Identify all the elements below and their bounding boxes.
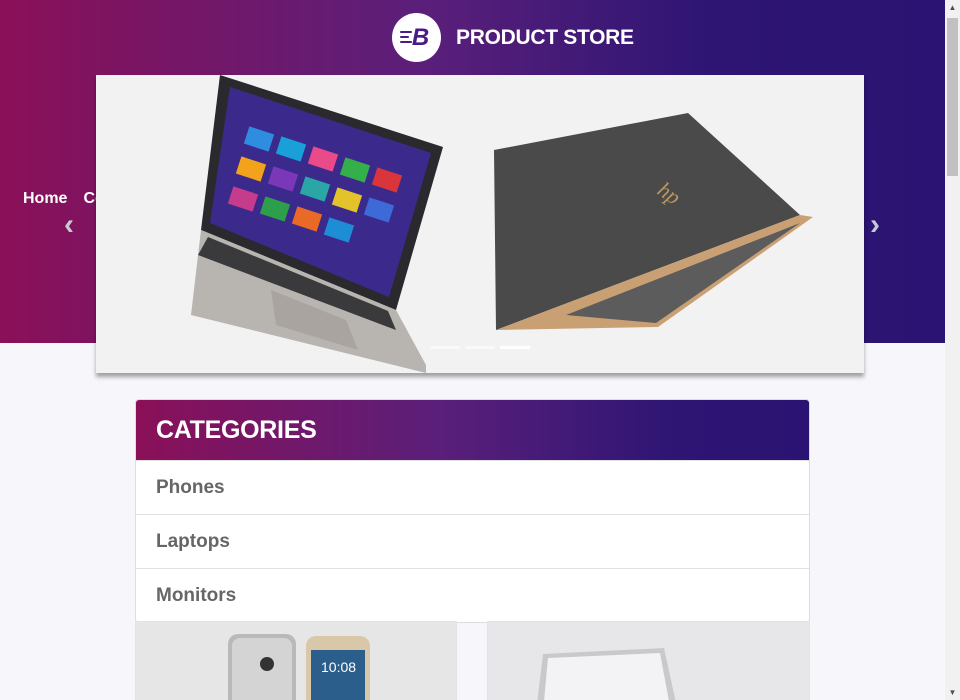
brand-logo-icon: B [392, 13, 441, 62]
brand[interactable]: B PRODUCT STORE [392, 13, 634, 62]
scrollbar-thumb[interactable] [947, 18, 958, 176]
product-card[interactable] [487, 621, 810, 700]
product-card[interactable]: 10:08 [135, 621, 457, 700]
carousel-indicator-active[interactable] [500, 346, 530, 349]
carousel-next-icon[interactable]: › [870, 208, 880, 242]
page-scrollbar[interactable]: ▲ ▼ [945, 0, 960, 700]
scroll-down-icon[interactable]: ▼ [945, 685, 960, 700]
carousel-slide-image: hp [191, 75, 813, 373]
laptop-product-image [488, 622, 809, 700]
main-nav: Home Co [23, 190, 105, 208]
product-carousel[interactable]: hp [96, 75, 864, 373]
categories-title[interactable]: CATEGORIES [136, 400, 809, 460]
category-monitors[interactable]: Monitors [136, 568, 809, 622]
brand-name: PRODUCT STORE [456, 25, 634, 49]
carousel-indicator[interactable] [465, 346, 495, 349]
scroll-up-icon[interactable]: ▲ [945, 0, 960, 15]
svg-text:10:08: 10:08 [321, 659, 356, 675]
nav-home[interactable]: Home [23, 190, 67, 208]
laptop-right-image: hp [494, 113, 813, 330]
categories-panel: CATEGORIES Phones Laptops Monitors [135, 399, 810, 623]
carousel-prev-icon[interactable]: ‹ [64, 208, 74, 242]
logo-letter: B [411, 23, 430, 51]
category-phones[interactable]: Phones [136, 460, 809, 514]
phone-product-image: 10:08 [136, 622, 456, 700]
category-laptops[interactable]: Laptops [136, 514, 809, 568]
laptop-left-image [191, 75, 443, 373]
carousel-indicator[interactable] [430, 346, 460, 349]
carousel-indicators [430, 346, 530, 349]
